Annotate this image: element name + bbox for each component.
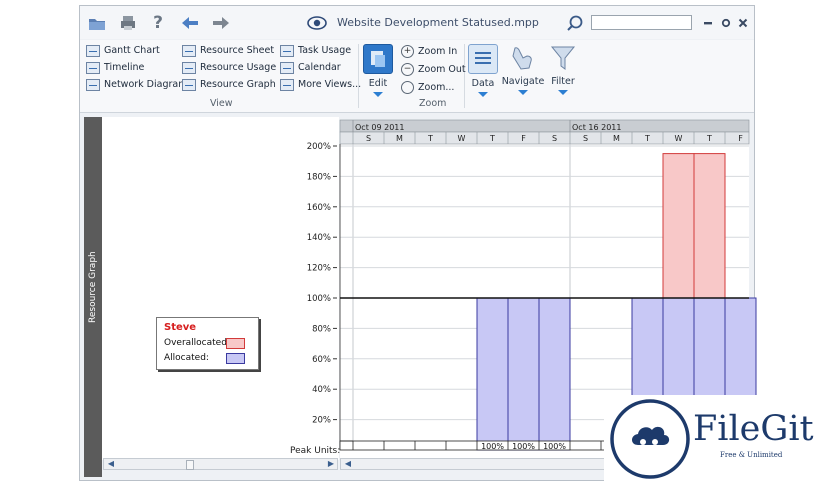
legend-horizontal-scrollbar[interactable]: ◀ ▶ [103,458,338,470]
y-tick-label: 40% [312,385,331,395]
timescale-day-label: T [644,134,650,143]
y-tick-label: 160% [307,203,331,213]
timescale-day-label: W [458,134,466,143]
scroll-left-icon[interactable]: ◀ [105,459,117,469]
allocated-bar [507,297,540,451]
y-tick-label: 140% [307,233,331,243]
peak-units-value: 100% [543,442,566,451]
allocated-bar [476,297,509,451]
peak-units-value: 100% [481,442,504,451]
timescale-day-label: W [675,134,683,143]
y-tick-label: 200% [307,142,331,152]
timescale-day-label: T [489,134,495,143]
timescale-day-label: T [706,134,712,143]
timescale-day-label: M [396,134,403,143]
y-tick-label: 80% [312,324,331,334]
scroll-right-icon[interactable]: ▶ [325,459,337,469]
watermark-brand: FileGit [693,409,814,449]
timescale-day-label: S [583,134,588,143]
y-tick-label: 60% [312,355,331,365]
timescale-day-label: M [613,134,620,143]
timescale-day-label: T [427,134,433,143]
watermark: FileGit Free & Unlimited [604,395,836,484]
timescale-day-label: F [521,134,526,143]
watermark-tagline: Free & Unlimited [720,451,783,459]
timescale-day-label: S [552,134,557,143]
timescale-week-label: Oct 09 2011 [355,123,404,132]
timescale-week-label: Oct 16 2011 [572,123,621,132]
y-tick-label: 180% [307,172,331,182]
y-tick-label: 20% [312,416,331,426]
y-tick-label: 120% [307,264,331,274]
y-tick-label: 100% [307,294,331,304]
scroll-thumb[interactable] [186,460,194,470]
peak-units-value: 100% [512,442,535,451]
chart-horizontal-scrollbar[interactable]: ◀ [340,458,606,470]
overallocated-bar [693,153,726,299]
filegit-logo [610,399,690,479]
allocated-bar [538,297,571,451]
overallocated-bar [662,153,695,299]
timescale-day-label: F [738,134,743,143]
scroll-left-icon[interactable]: ◀ [342,459,354,469]
timescale-day-label: S [366,134,371,143]
